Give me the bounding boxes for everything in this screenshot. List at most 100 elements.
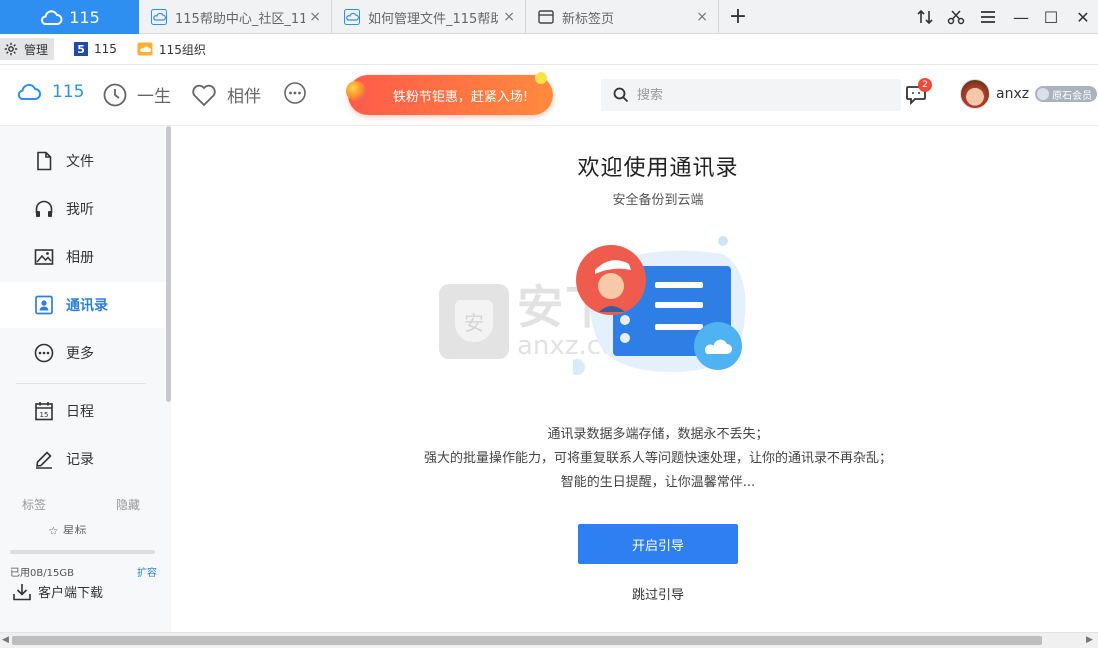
page-subtitle: 安全备份到云端 [612,193,704,208]
user-menu[interactable]: anxz 原石会员 [960,79,1098,109]
storage-quota-bar [10,550,155,554]
tag-row: 标签 隐藏 [22,496,140,513]
file-icon [37,151,52,171]
contacts-illustration [573,236,746,375]
bookmark-manage[interactable]: 管理 [0,38,55,60]
tab-label: 如何管理文件_115帮助 [368,11,498,27]
promo-banner[interactable]: 铁粉节钜惠，赶紧入场! [346,72,553,115]
sidebar-item-files[interactable]: 文件 [0,138,166,184]
sort-arrows-icon[interactable] [910,0,940,34]
headphones-icon [35,200,53,217]
message-count-badge: 2 [918,78,932,92]
tag-item-star[interactable]: ☆ 星标 [48,522,87,534]
more-icon[interactable] [284,82,306,104]
edit-icon [36,451,52,469]
storage-quota-text: 已用0B/15GB [10,568,74,579]
search-input[interactable] [637,87,877,103]
sidebar-divider [16,383,146,384]
close-window-button[interactable]: ✕ [1068,0,1098,34]
scissors-icon[interactable] [941,0,971,34]
sidebar-item-contacts[interactable]: 通讯录 [0,282,166,328]
username: anxz [996,86,1030,102]
tab-label: 115帮助中心_社区_115 [175,11,305,27]
sidebar-item-label: 日程 [66,404,94,420]
nav-label: 相伴 [227,87,261,107]
tab-manage-files[interactable]: 如何管理文件_115帮助 × [332,0,526,34]
svg-text:15: 15 [40,411,49,419]
clock-icon [103,83,127,106]
sidebar-item-album[interactable]: 相册 [0,234,166,280]
tab-new-tab[interactable]: 新标签页 × [526,0,719,34]
page-title: 欢迎使用通讯录 [577,156,739,181]
avatar[interactable] [960,79,990,109]
skip-guide-link[interactable]: 跳过引导 [171,584,1098,603]
feature-line: 智能的生日提醒，让你温馨常伴... [560,475,756,490]
tab-help-center[interactable]: 115帮助中心_社区_115 × [139,0,332,34]
nav-115[interactable]: 115 [16,82,84,102]
sidebar-item-listen[interactable]: 我听 [0,186,166,232]
gem-icon [1037,88,1050,100]
nav-together[interactable]: 相伴 [191,82,261,107]
bookmark-label: 115组织 [158,42,206,57]
new-tab-button[interactable]: + [726,4,750,29]
cloud-icon [17,83,41,100]
menu-icon[interactable] [973,0,1003,34]
sidebar-item-more[interactable]: 更多 [0,330,166,376]
search-box[interactable] [601,79,901,111]
watermark-bag-icon: 安 [439,283,509,359]
client-download-link[interactable]: 客户端下载 [12,582,103,601]
bookmark-label: 115 [94,42,117,56]
sidebar-item-label: 相册 [66,250,94,266]
nav-label: 一生 [137,87,171,107]
promo-text: 铁粉节钜惠，赶紧入场! [392,89,529,105]
tag-label: 标签 [22,498,47,512]
browser-window-icon [538,9,554,25]
tab-bar: 115 115帮助中心_社区_115 × 如何管理文件_115帮助 × 新标签页… [0,0,1098,34]
tag-item-label: 星标 [62,524,87,534]
scroll-right-arrow-icon[interactable]: ▶ [1086,635,1093,645]
search-icon [613,87,629,103]
brand-logo[interactable]: 115 [0,0,139,34]
start-guide-button[interactable]: 开启引导 [578,524,738,564]
sidebar-item-notes[interactable]: 记录 [0,436,166,482]
site-logo-icon: 5 [74,42,89,56]
close-icon[interactable]: × [696,9,708,25]
scroll-left-arrow-icon[interactable]: ◀ [2,635,9,645]
balloon-icon [346,81,366,101]
nav-lifetime[interactable]: 一生 [103,82,171,107]
calendar-icon: 15 [35,402,53,421]
app-header: 115 一生 相伴 铁粉节钜惠，赶紧入场! 2 anxz 原石会员 [0,65,1098,126]
sidebar-item-schedule[interactable]: 15 日程 [0,388,166,434]
contact-card-icon [35,295,53,315]
shield-icon: 安 [455,300,493,342]
minimize-button[interactable]: — [1006,0,1036,34]
download-label: 客户端下载 [38,586,104,601]
more-icon [34,343,54,363]
brand-name: 115 [69,7,100,27]
bookmark-115[interactable]: 5 115 [74,38,117,60]
scrollbar-thumb[interactable] [12,636,1042,645]
sidebar-item-label: 更多 [66,346,94,362]
feature-line: 通讯录数据多端存储，数据永不丢失； [547,427,769,442]
nav-label: 115 [52,82,85,102]
cloud-icon [41,10,63,25]
heart-icon [192,84,216,106]
gear-icon [4,42,18,56]
bookmark-115-org[interactable]: 115组织 [137,38,206,60]
hide-tags-link[interactable]: 隐藏 [116,496,140,513]
expand-storage-link[interactable]: 扩容 [137,564,157,579]
sidebar-item-label: 我听 [66,202,94,218]
close-icon[interactable]: × [503,9,515,25]
maximize-button[interactable]: ☐ [1036,0,1066,34]
close-icon[interactable]: × [309,9,321,25]
main-content: 欢迎使用通讯录 安全备份到云端 安 安下载 anxz.com 通讯录数据多端存储… [171,126,1098,632]
horizontal-scrollbar[interactable]: ◀ ▶ [0,632,1098,648]
image-icon [34,249,54,265]
cloud-icon [151,9,167,25]
cloud-icon [344,9,360,25]
vip-badge[interactable]: 原石会员 [1035,86,1098,102]
sidebar-item-label: 记录 [66,452,94,468]
sidebar-item-label: 通讯录 [66,298,108,314]
download-icon [13,583,31,600]
message-button[interactable]: 2 [905,78,932,107]
